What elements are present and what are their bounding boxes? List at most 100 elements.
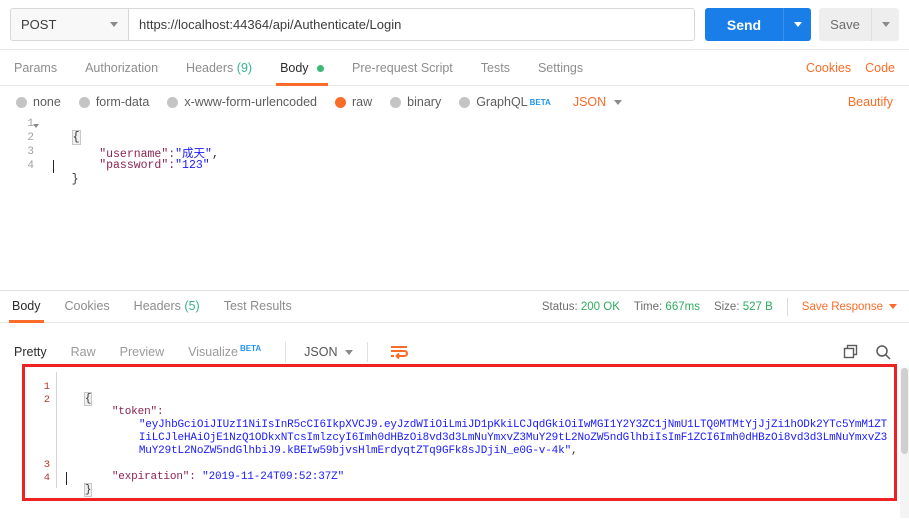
response-format-label: JSON	[304, 345, 338, 359]
text-cursor	[66, 472, 67, 485]
code-token: }	[83, 483, 93, 497]
tab-params[interactable]: Params	[14, 50, 57, 86]
text-cursor	[53, 160, 54, 173]
tab-label: Pre-request Script	[352, 60, 453, 75]
response-view-actions	[843, 344, 895, 360]
tab-settings[interactable]: Settings	[538, 50, 583, 86]
code-token: "2019-11-24T09:52:37Z"	[202, 471, 345, 483]
code-line: }	[44, 160, 79, 199]
tab-label: Authorization	[85, 60, 159, 75]
line-number: 3	[27, 146, 34, 158]
save-button-group: Save	[819, 8, 899, 41]
tab-tests[interactable]: Tests	[481, 50, 510, 86]
body-type-graphql[interactable]: GraphQL BETA	[459, 95, 551, 109]
chevron-down-icon	[889, 304, 897, 309]
beta-badge: BETA	[239, 344, 262, 354]
code-token: MuY29tL2NoZW5ndGlhbiJ9.kBEIw59bjvsHlmErd…	[138, 445, 572, 457]
copy-icon[interactable]	[843, 344, 859, 360]
beta-badge: BETA	[529, 97, 551, 107]
body-type-label: GraphQL	[476, 95, 528, 109]
http-method-select[interactable]: POST	[10, 8, 128, 41]
tab-label: Headers	[133, 299, 181, 313]
radio-icon	[167, 96, 179, 108]
response-scrollbar-thumb[interactable]	[901, 368, 908, 454]
tab-headers[interactable]: Headers (9)	[186, 50, 252, 86]
line-number: 1	[43, 381, 50, 393]
body-type-none[interactable]: none	[16, 95, 61, 109]
code-link[interactable]: Code	[865, 61, 895, 75]
body-type-row: none form-data x-www-form-urlencoded raw…	[0, 86, 909, 118]
tab-authorization[interactable]: Authorization	[85, 50, 158, 86]
beautify-button[interactable]: Beautify	[848, 95, 893, 109]
line-number: 4	[43, 472, 50, 484]
response-headers-count: (5)	[184, 299, 200, 313]
view-tab-raw[interactable]: Raw	[71, 345, 96, 359]
word-wrap-icon[interactable]	[390, 345, 409, 359]
radio-icon	[78, 96, 90, 108]
time-stat: Time: 667ms	[634, 301, 700, 313]
body-type-raw[interactable]: raw	[335, 95, 372, 109]
response-tab-body[interactable]: Body	[9, 290, 43, 323]
status-label: Status:	[541, 300, 578, 313]
tab-body[interactable]: Body	[276, 50, 329, 86]
body-type-urlencoded[interactable]: x-www-form-urlencoded	[167, 95, 317, 109]
http-method-label: POST	[21, 17, 57, 32]
fold-caret-icon[interactable]	[33, 124, 39, 128]
body-format-select[interactable]: JSON	[573, 95, 623, 109]
code-token: "123"	[175, 159, 210, 172]
request-tabs: Params Authorization Headers (9) Body Pr…	[0, 50, 909, 86]
line-number: 2	[27, 132, 34, 144]
view-tab-visualize[interactable]: Visualize BETA	[188, 344, 261, 359]
time-value: 667ms	[665, 300, 700, 313]
cookies-link[interactable]: Cookies	[806, 61, 851, 75]
response-tab-test-results[interactable]: Test Results	[224, 290, 292, 323]
url-input-value: https://localhost:44364/api/Authenticate…	[139, 17, 402, 32]
status-stat: Status: 200 OK	[542, 301, 620, 313]
tab-label: Settings	[537, 60, 584, 75]
view-tab-preview[interactable]: Preview	[120, 345, 164, 359]
body-type-form-data[interactable]: form-data	[78, 95, 149, 109]
chevron-down-icon	[345, 349, 354, 355]
tab-label: Tests	[480, 60, 510, 75]
tab-label: Body	[280, 60, 309, 75]
request-body-editor[interactable]: 1 2 3 4 { "username":"成天", "password":"1…	[0, 118, 909, 271]
save-button[interactable]: Save	[819, 8, 871, 41]
body-type-binary[interactable]: binary	[390, 95, 441, 109]
send-options-button[interactable]	[783, 8, 811, 41]
radio-selected-icon	[335, 96, 346, 108]
save-options-button[interactable]	[871, 8, 899, 41]
save-response-button[interactable]: Save Response	[802, 301, 897, 313]
tab-label: Test Results	[223, 299, 292, 313]
response-format-select[interactable]: JSON	[304, 345, 354, 359]
radio-icon	[459, 96, 471, 108]
response-tab-cookies[interactable]: Cookies	[65, 290, 110, 323]
view-tab-pretty[interactable]: Pretty	[14, 345, 47, 359]
url-input[interactable]: https://localhost:44364/api/Authenticate…	[128, 8, 695, 41]
code-token: ,	[211, 148, 219, 161]
tab-label: Headers	[186, 60, 234, 75]
tab-label: Cookies	[64, 299, 110, 313]
chevron-down-icon	[614, 99, 623, 105]
body-type-label: raw	[352, 95, 373, 109]
indent-guide	[56, 372, 57, 488]
code-line: "expiration": "2019-11-24T09:52:37Z"	[86, 459, 344, 495]
response-stats: Status: 200 OK Time: 667ms Size: 527 B S…	[542, 297, 897, 316]
divider	[786, 297, 788, 316]
line-number: 3	[43, 459, 50, 471]
tab-pre-request-script[interactable]: Pre-request Script	[352, 50, 453, 86]
radio-icon	[390, 96, 402, 108]
search-icon[interactable]	[875, 344, 891, 360]
body-present-dot-icon	[317, 64, 325, 72]
response-view-tabs: Pretty Raw Preview Visualize BETA JSON	[0, 336, 909, 368]
send-button-group: Send	[705, 8, 811, 41]
radio-icon	[16, 96, 27, 108]
chevron-down-icon	[881, 22, 890, 27]
time-label: Time:	[633, 300, 663, 313]
send-button[interactable]: Send	[705, 8, 783, 41]
response-tab-headers[interactable]: Headers (5)	[134, 290, 200, 323]
divider	[367, 342, 369, 362]
response-body-editor[interactable]: 1 2 3 4 { "token": "eyJhbGciOiJIUzI1NiIs…	[0, 368, 909, 520]
code-token: }	[71, 173, 79, 186]
line-number: 4	[27, 160, 34, 172]
size-value: 527 B	[742, 300, 773, 313]
